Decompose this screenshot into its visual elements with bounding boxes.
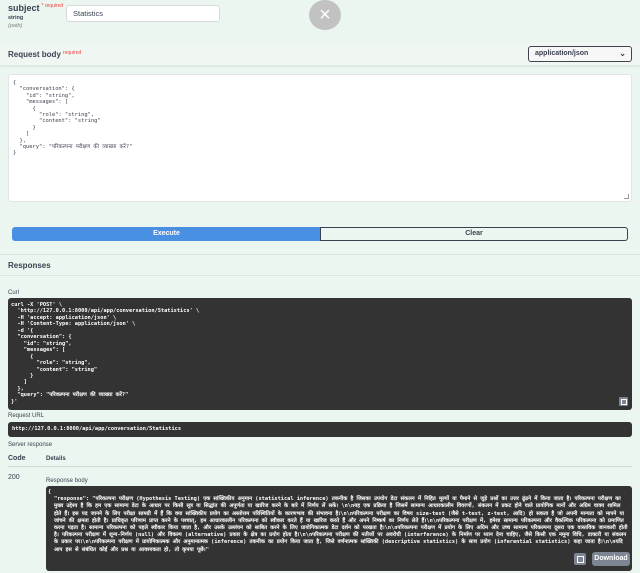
- response-code: 200: [8, 474, 20, 481]
- responses-title: Responses: [8, 261, 51, 270]
- close-button[interactable]: ×: [309, 0, 341, 30]
- request-body-label: Request body required: [8, 50, 82, 59]
- details-column-header: Details: [46, 456, 66, 462]
- response-key: "response":: [54, 496, 90, 503]
- download-button[interactable]: Download: [592, 552, 630, 566]
- request-body-json[interactable]: { "conversation": { "id": "string", "mes…: [13, 80, 132, 157]
- response-body-box: { "response": "परिकल्पना परीक्षण (Hypoth…: [46, 486, 632, 571]
- response-body-label: Response body: [46, 478, 88, 484]
- server-response-label: Server response: [8, 442, 53, 448]
- response-value: "परिकल्पना परीक्षण (Hypothesis Testing) …: [54, 496, 628, 553]
- request-body-editor[interactable]: { "conversation": { "id": "string", "mes…: [8, 74, 632, 202]
- request-url-label: Request URL: [8, 413, 45, 419]
- resize-handle-icon[interactable]: [624, 194, 629, 199]
- copy-icon[interactable]: [574, 553, 586, 565]
- param-type: string: [8, 15, 24, 21]
- divider: [8, 466, 632, 467]
- code-column-header: Code: [8, 455, 26, 462]
- response-body[interactable]: { "response": "परिकल्पना परीक्षण (Hypoth…: [48, 489, 628, 554]
- close-icon: ×: [319, 4, 331, 26]
- required-marker: required: [62, 50, 82, 56]
- curl-command[interactable]: curl -X 'POST' \ 'http://127.0.0.1:8000/…: [11, 302, 199, 405]
- chevron-down-icon: ⌄: [619, 49, 626, 58]
- request-url[interactable]: http://127.0.0.1:8000/api/app/conversati…: [8, 422, 632, 437]
- content-type-select[interactable]: application/json ⌄: [528, 46, 632, 62]
- curl-box: curl -X 'POST' \ 'http://127.0.0.1:8000/…: [8, 298, 632, 410]
- required-marker: * required: [41, 3, 64, 9]
- curl-label: Curl: [8, 290, 20, 296]
- clear-button[interactable]: Clear: [320, 227, 628, 241]
- execute-button[interactable]: Execute: [12, 227, 321, 241]
- content-type-value: application/json: [535, 50, 589, 57]
- param-location: (path): [8, 23, 23, 29]
- subject-input[interactable]: [66, 5, 220, 22]
- copy-icon[interactable]: [619, 397, 628, 406]
- param-name: subject * required: [8, 3, 64, 13]
- responses-header: [0, 254, 640, 276]
